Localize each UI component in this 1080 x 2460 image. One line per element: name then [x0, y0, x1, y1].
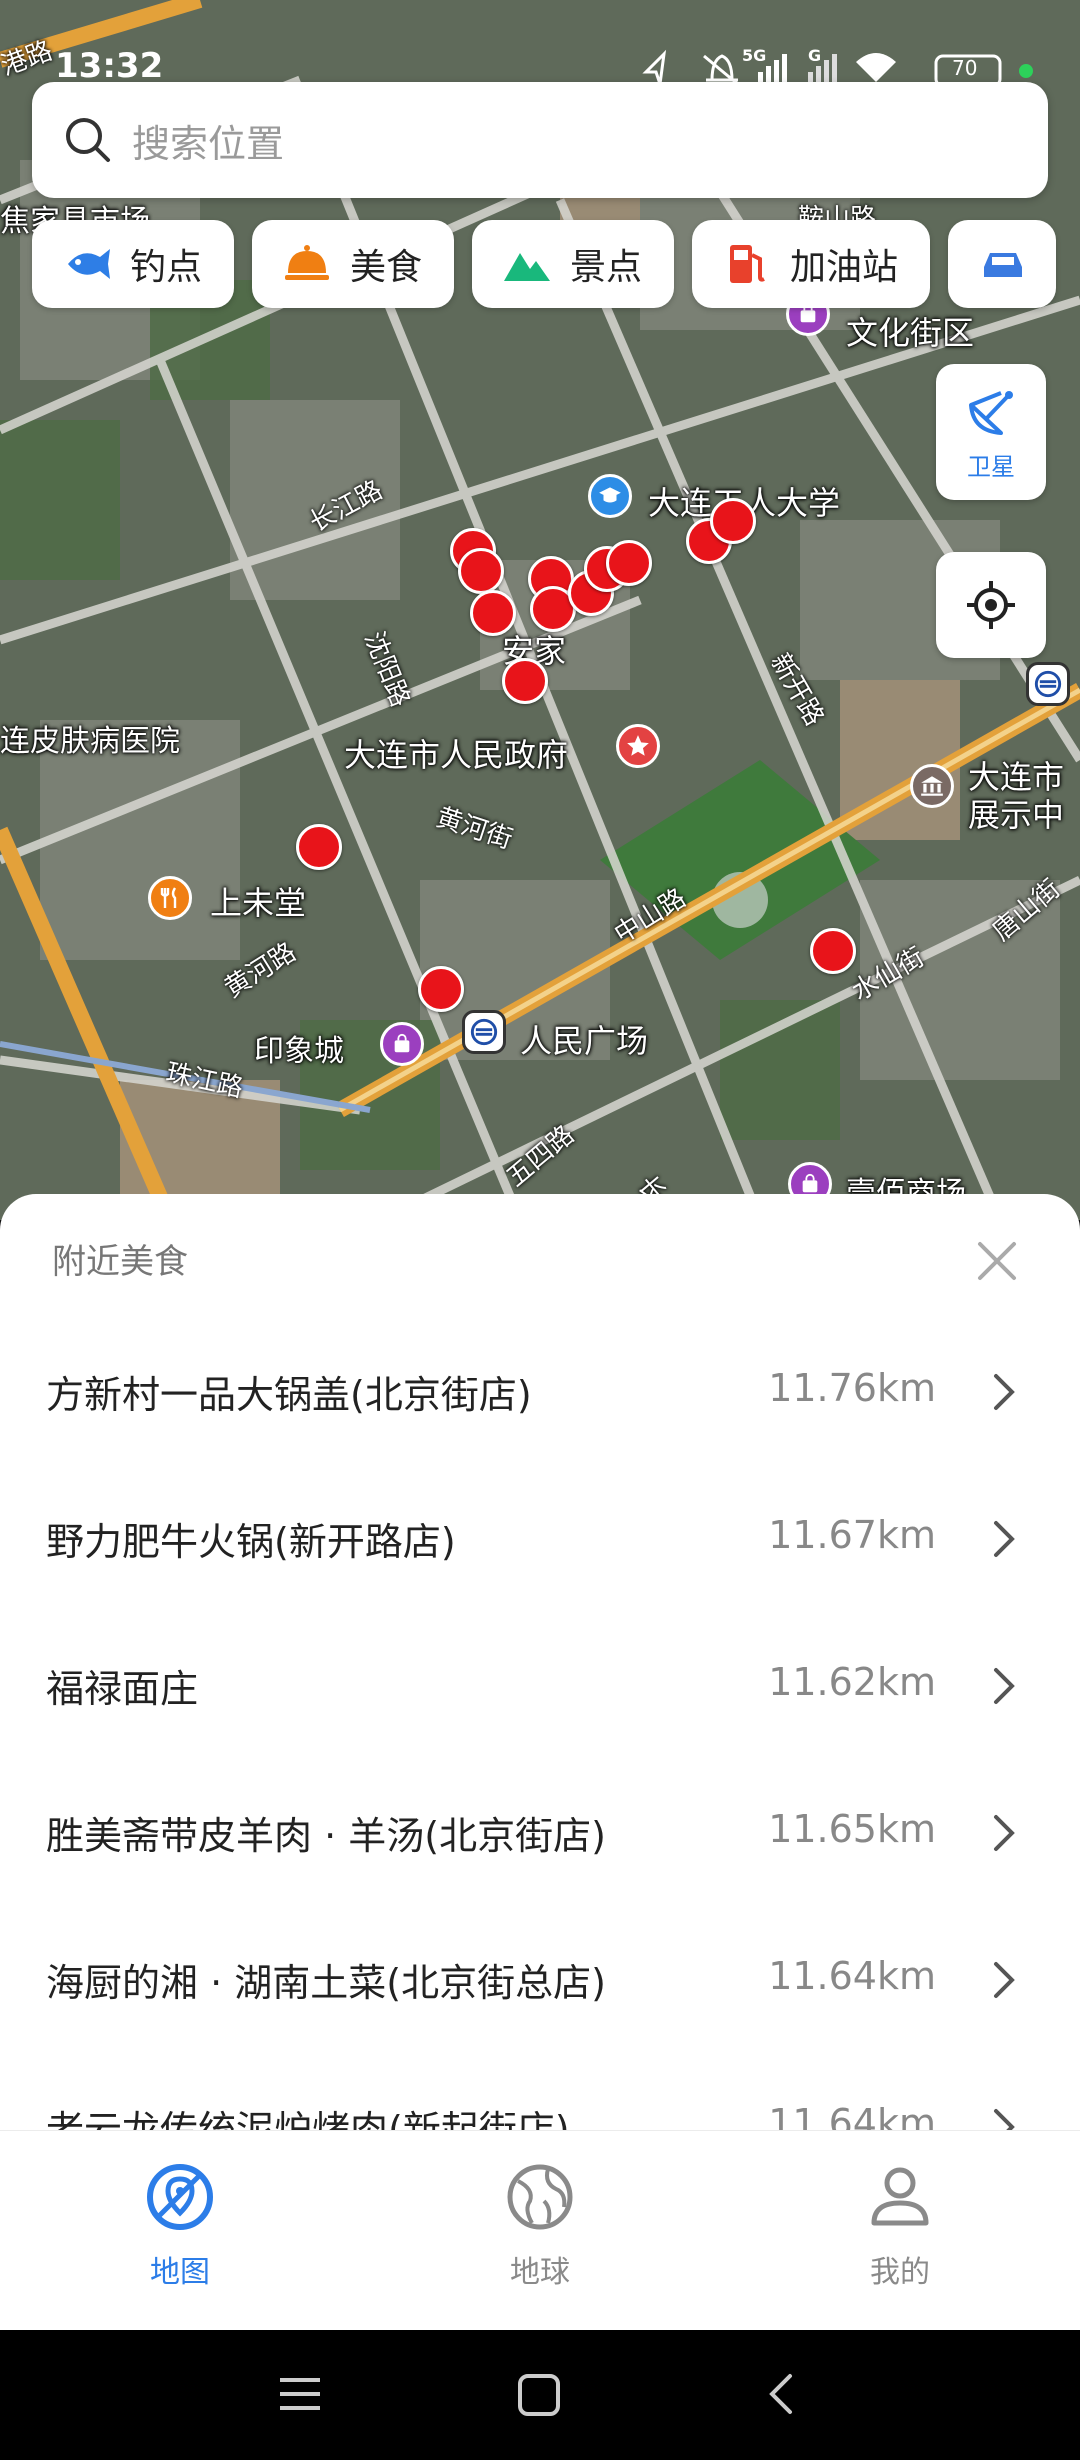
place-distance: 11.65km — [768, 1807, 936, 1851]
chip-label: 加油站 — [790, 247, 899, 288]
tab-profile[interactable]: 我的 — [820, 2161, 980, 2291]
food-pin[interactable] — [810, 928, 856, 974]
status-network-2: G — [808, 46, 822, 65]
list-item[interactable]: 福禄面庄 11.62km — [0, 1616, 1080, 1763]
person-icon — [871, 2167, 929, 2226]
government-star-icon[interactable] — [616, 724, 660, 768]
food-pin[interactable] — [606, 540, 652, 586]
search-bar[interactable]: 搜索位置 — [32, 82, 1048, 198]
status-network: 5G — [742, 46, 767, 65]
sheet-title: 附近美食 — [52, 1242, 188, 1282]
category-chips: 钓点 美食 景点 加油站 — [32, 220, 1057, 310]
map-pin-icon — [147, 2164, 213, 2230]
mountain-icon — [504, 253, 551, 281]
museum-poi-icon[interactable] — [910, 764, 954, 808]
list-item[interactable]: 方新村一品大锅盖(北京街店) 11.76km — [0, 1322, 1080, 1469]
chip-label: 钓点 — [130, 247, 203, 288]
status-time: 13:32 — [55, 46, 164, 86]
chevron-right-icon — [994, 1521, 1015, 1557]
chip-car[interactable] — [948, 220, 1057, 308]
chip-fishing[interactable]: 钓点 — [32, 220, 235, 308]
mall-poi-icon[interactable] — [380, 1022, 424, 1066]
search-icon — [66, 118, 110, 162]
chip-label: 美食 — [350, 247, 423, 288]
chip-gas[interactable]: 加油站 — [692, 220, 931, 308]
list-item[interactable]: 野力肥牛火锅(新开路店) 11.67km — [0, 1469, 1080, 1616]
food-pin[interactable] — [296, 824, 342, 870]
tab-map[interactable]: 地图 — [100, 2161, 260, 2291]
tab-label: 地图 — [150, 2255, 210, 2290]
status-bar: 13:32 5G G 70 — [0, 0, 1080, 88]
chip-label: 景点 — [570, 247, 643, 288]
tab-label: 我的 — [870, 2255, 930, 2290]
food-pin[interactable] — [458, 548, 504, 594]
nearby-food-list: 方新村一品大锅盖(北京街店) 11.76km 野力肥牛火锅(新开路店) 11.6… — [0, 1322, 1080, 2130]
restaurant-poi-icon[interactable] — [148, 876, 192, 920]
car-icon — [984, 253, 1023, 277]
university-poi-icon[interactable] — [588, 474, 632, 518]
satellite-dish-icon — [969, 390, 1013, 435]
fish-icon — [68, 249, 110, 279]
label-museum2: 展示中 — [968, 796, 1065, 834]
chevron-right-icon — [994, 1668, 1015, 1704]
food-pin[interactable] — [710, 498, 756, 544]
food-pin[interactable] — [470, 590, 516, 636]
search-input[interactable]: 搜索位置 — [132, 113, 284, 168]
my-location-button[interactable] — [936, 552, 1046, 658]
tab-globe[interactable]: 地球 — [460, 2161, 620, 2291]
satellite-label: 卫星 — [967, 452, 1015, 481]
metro-station-icon-2[interactable] — [1026, 662, 1070, 706]
chevron-right-icon — [994, 2109, 1015, 2130]
place-distance: 11.67km — [768, 1513, 936, 1557]
food-pin[interactable] — [502, 658, 548, 704]
place-name: 福禄面庄 — [46, 1667, 199, 1711]
list-item[interactable]: 老云龙传统泥炉烤肉(新起街店) 11.64km — [0, 2057, 1080, 2130]
food-dome-icon — [285, 245, 330, 280]
list-item[interactable]: 胜美斋带皮羊肉 · 羊汤(北京街店) 11.65km — [0, 1763, 1080, 1910]
crosshair-locate-icon — [967, 581, 1015, 629]
bottom-tab-bar: 地图 地球 我的 — [0, 2130, 1080, 2330]
place-name: 野力肥牛火锅(新开路店) — [46, 1520, 456, 1564]
chip-scenic[interactable]: 景点 — [472, 220, 675, 308]
place-distance: 11.64km — [768, 1954, 936, 1998]
gas-pump-icon — [730, 245, 765, 283]
place-name: 方新村一品大锅盖(北京街店) — [46, 1373, 532, 1417]
battery-level: 70 — [952, 56, 978, 80]
label-skin: 连皮肤病医院 — [0, 724, 180, 759]
tab-label: 地球 — [510, 2255, 570, 2290]
place-distance: 11.64km — [768, 2101, 936, 2130]
chevron-right-icon — [994, 1815, 1015, 1851]
nearby-food-sheet: 附近美食 方新村一品大锅盖(北京街店) 11.76km 野力肥牛火锅(新开路店)… — [0, 1194, 1080, 2130]
place-name: 海厨的湘 · 湖南土菜(北京街总店) — [46, 1961, 606, 2005]
list-item[interactable]: 海厨的湘 · 湖南土菜(北京街总店) 11.64km — [0, 1910, 1080, 2057]
close-icon[interactable] — [972, 1236, 1022, 1286]
system-nav-bar — [0, 2330, 1080, 2460]
place-name: 老云龙传统泥炉烤肉(新起街店) — [46, 2108, 570, 2130]
chevron-right-icon — [994, 1962, 1015, 1998]
label-wenhua: 文化街区 — [846, 314, 975, 352]
chevron-right-icon — [994, 1374, 1015, 1410]
menu-icon[interactable] — [280, 2378, 320, 2410]
label-weitang: 上未堂 — [210, 884, 307, 922]
label-gov: 大连市人民政府 — [344, 736, 569, 774]
place-name: 胜美斋带皮羊肉 · 羊汤(北京街店) — [46, 1814, 606, 1858]
place-distance: 11.76km — [768, 1366, 936, 1410]
back-icon[interactable] — [769, 2374, 792, 2414]
label-yinxiang: 印象城 — [254, 1034, 344, 1069]
globe-icon — [507, 2164, 573, 2230]
label-square: 人民广场 — [520, 1022, 649, 1060]
place-distance: 11.62km — [768, 1660, 936, 1704]
metro-station-icon[interactable] — [462, 1010, 506, 1054]
chip-food[interactable]: 美食 — [252, 220, 455, 308]
food-pin[interactable] — [418, 966, 464, 1012]
home-icon[interactable] — [518, 2374, 560, 2416]
satellite-toggle-button[interactable]: 卫星 — [936, 364, 1046, 500]
